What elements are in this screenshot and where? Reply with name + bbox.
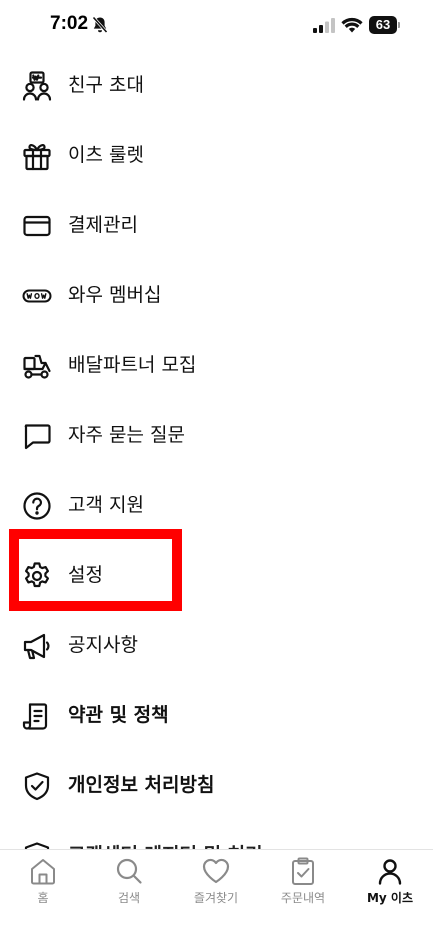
bottom-tab-bar: 홈 검색 즐겨찾기 주문내역 My 이츠	[0, 849, 433, 947]
shield-check-icon	[22, 771, 52, 801]
menu-item-faq[interactable]: 자주 묻는 질문	[0, 400, 433, 470]
menu-item-wow-membership[interactable]: 와우 멤버십	[0, 260, 433, 330]
wifi-icon	[341, 17, 363, 33]
menu-label: 이츠 룰렛	[68, 144, 144, 166]
heart-icon	[201, 856, 231, 886]
menu-item-partially-visible[interactable]: 고객센터 레지터 및 처리	[0, 820, 433, 850]
tab-search[interactable]: 검색	[86, 850, 172, 920]
tab-label: 즐겨찾기	[193, 891, 239, 905]
signal-icon	[313, 18, 335, 33]
menu-item-privacy-policy[interactable]: 개인정보 처리방침	[0, 750, 433, 820]
gear-icon	[22, 561, 52, 591]
menu-item-settings[interactable]: 설정	[0, 540, 433, 610]
menu-item-delivery-partner[interactable]: 배달파트너 모집	[0, 330, 433, 400]
battery-cap	[398, 22, 400, 28]
battery-level: 63	[369, 16, 397, 34]
status-time: 7:02	[50, 13, 89, 34]
tab-label: 홈	[37, 891, 49, 905]
delivery-scooter-icon	[22, 351, 52, 381]
tab-favorites[interactable]: 즐겨찾기	[173, 850, 259, 920]
tab-home[interactable]: 홈	[0, 850, 86, 920]
tab-order-history[interactable]: 주문내역	[260, 850, 346, 920]
menu-label: 와우 멤버십	[68, 284, 162, 306]
menu-item-terms-policies[interactable]: 약관 및 정책	[0, 680, 433, 750]
menu-label: 자주 묻는 질문	[68, 424, 185, 446]
chat-bubble-icon	[22, 421, 52, 451]
credit-card-icon	[22, 211, 52, 241]
battery-icon: 63	[369, 16, 400, 34]
menu-item-notices[interactable]: 공지사항	[0, 610, 433, 680]
tab-label: My 이츠	[366, 891, 414, 905]
invite-friends-icon	[22, 71, 52, 101]
menu-label: 약관 및 정책	[68, 704, 169, 726]
tab-my-eats[interactable]: My 이츠	[347, 850, 433, 920]
wow-membership-icon	[22, 281, 52, 311]
document-icon	[22, 701, 52, 731]
menu-label: 고객 지원	[68, 494, 144, 516]
search-icon	[114, 856, 144, 886]
menu-label: 설정	[68, 564, 103, 586]
help-circle-icon	[22, 491, 52, 521]
menu-item-payment-management[interactable]: 결제관리	[0, 190, 433, 260]
order-list-icon	[288, 856, 318, 886]
gift-icon	[22, 141, 52, 171]
menu-label: 친구 초대	[68, 74, 144, 96]
home-icon	[28, 856, 58, 886]
menu-label: 개인정보 처리방침	[68, 774, 215, 796]
menu-label: 결제관리	[68, 214, 138, 236]
menu-label: 공지사항	[68, 634, 138, 656]
status-bar: 7:02 63	[0, 0, 433, 52]
tab-label: 검색	[117, 891, 141, 905]
tab-label: 주문내역	[280, 891, 326, 905]
menu-item-invite-friends[interactable]: 친구 초대	[0, 50, 433, 120]
person-icon	[375, 856, 405, 886]
menu-item-customer-support[interactable]: 고객 지원	[0, 470, 433, 540]
bell-off-icon	[92, 16, 108, 34]
menu-item-eats-roulette[interactable]: 이츠 룰렛	[0, 120, 433, 190]
menu-label: 배달파트너 모집	[68, 354, 197, 376]
megaphone-icon	[22, 631, 52, 661]
